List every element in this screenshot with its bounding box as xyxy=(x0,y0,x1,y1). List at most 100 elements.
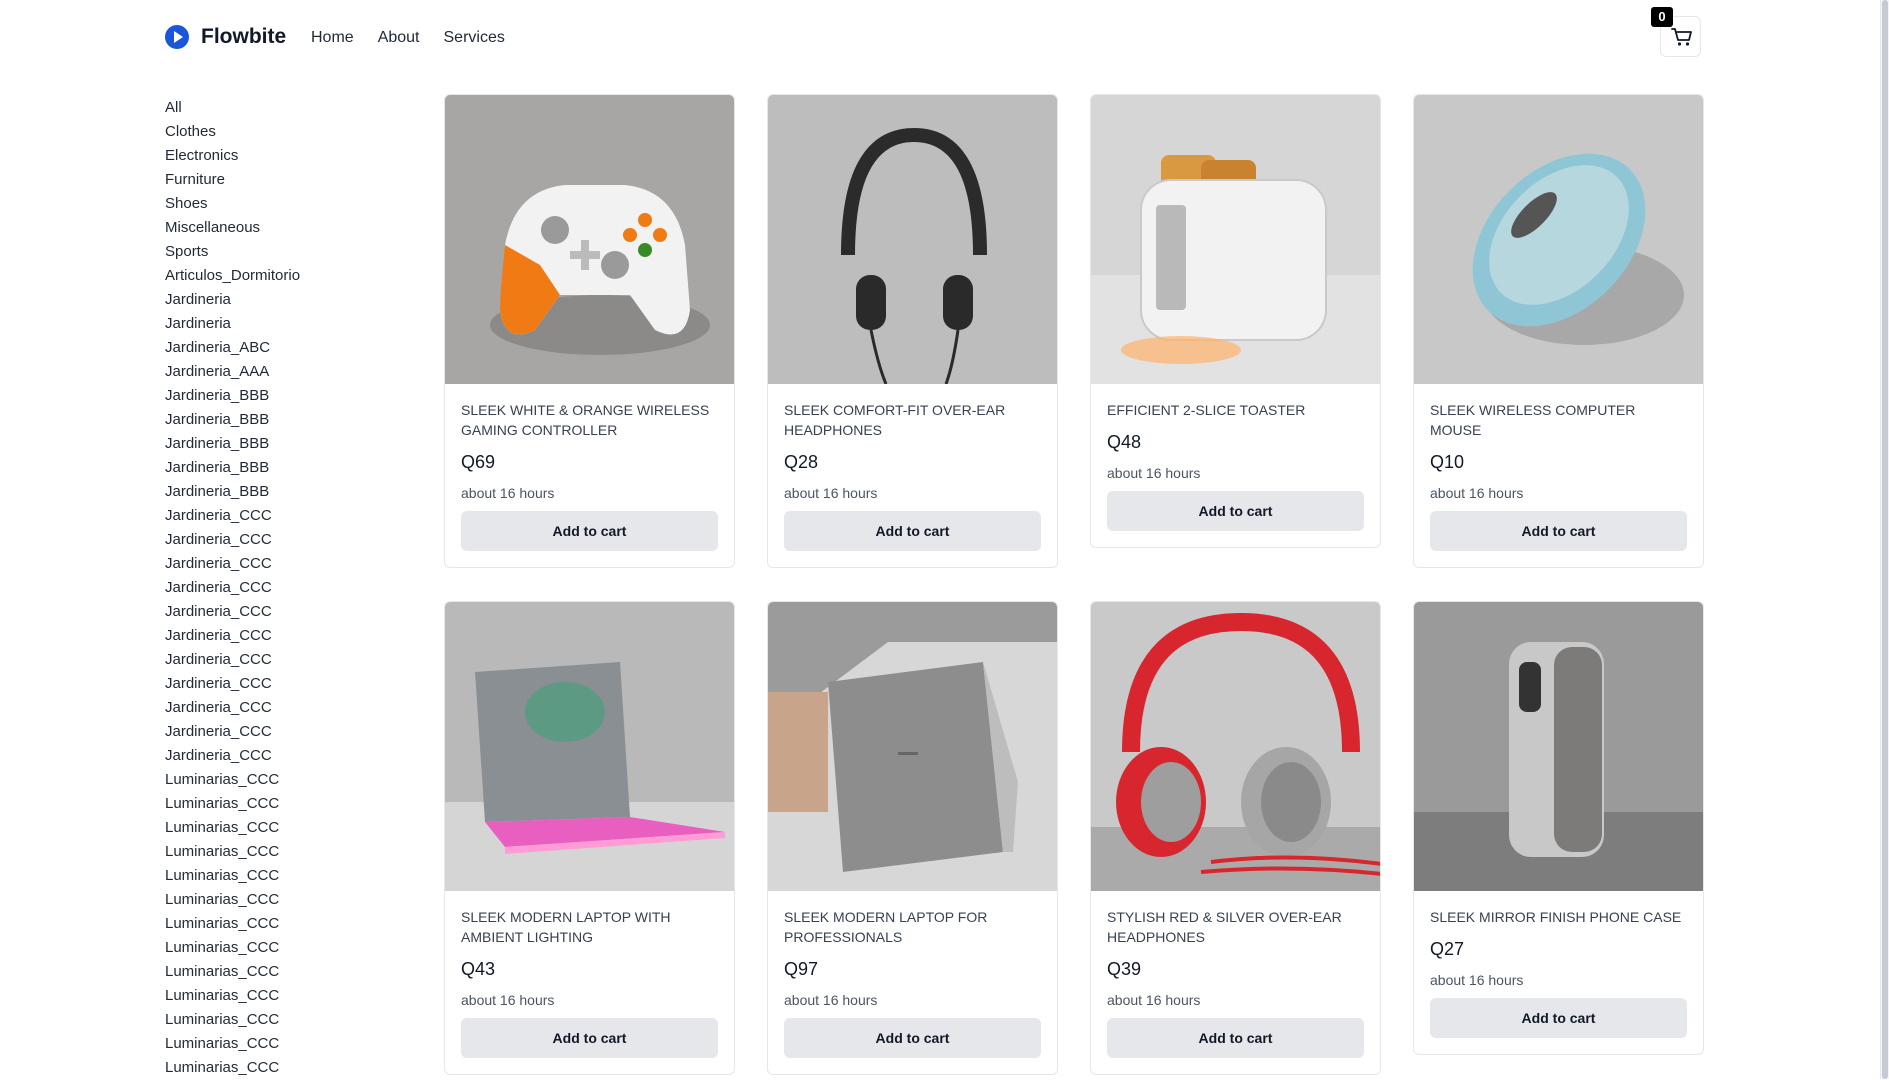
phone-case-image xyxy=(1414,602,1703,891)
product-price: Q27 xyxy=(1430,939,1465,959)
product-card[interactable]: Sleek Modern Laptop for Professionals Q9… xyxy=(767,601,1058,1075)
nav-link-about[interactable]: About xyxy=(378,29,420,47)
product-image[interactable] xyxy=(445,95,734,384)
product-card[interactable]: Stylish Red & Silver Over-Ear Headphones… xyxy=(1090,601,1381,1075)
add-to-cart-button[interactable]: Add to cart xyxy=(1430,998,1687,1038)
category-link[interactable]: Jardineria_CCC xyxy=(165,552,415,576)
category-link[interactable]: Jardineria xyxy=(165,288,415,312)
product-image[interactable] xyxy=(1414,95,1703,384)
category-link[interactable]: Luminarias_CCC xyxy=(165,888,415,912)
category-link[interactable]: Articulos_Dormitorio xyxy=(165,264,415,288)
category-link[interactable]: Furniture xyxy=(165,168,415,192)
category-link[interactable]: Luminarias_CCC xyxy=(165,984,415,1008)
product-title[interactable]: Stylish Red & Silver Over-Ear Headphones xyxy=(1107,907,1364,947)
product-image[interactable] xyxy=(1091,602,1380,891)
product-card-body: Sleek White & Orange Wireless Gaming Con… xyxy=(445,384,734,567)
product-timestamp: about 16 hours xyxy=(784,485,878,501)
category-link[interactable]: Luminarias_CCC xyxy=(165,1032,415,1056)
product-title[interactable]: Efficient 2-Slice Toaster xyxy=(1107,400,1364,420)
category-link[interactable]: Luminarias_CCC xyxy=(165,864,415,888)
category-link[interactable]: Jardineria_CCC xyxy=(165,504,415,528)
product-timestamp: about 16 hours xyxy=(461,485,555,501)
cart-button[interactable]: 0 xyxy=(1651,7,1701,57)
category-link[interactable]: Jardineria_CCC xyxy=(165,744,415,768)
category-link[interactable]: Miscellaneous xyxy=(165,216,415,240)
category-link[interactable]: Luminarias_CCC xyxy=(165,912,415,936)
product-title[interactable]: Sleek Comfort-Fit Over-Ear Headphones xyxy=(784,400,1041,440)
brand-link[interactable]: Flowbite xyxy=(165,25,286,49)
product-image[interactable] xyxy=(768,602,1057,891)
category-link[interactable]: Sports xyxy=(165,240,415,264)
product-card-body: Sleek Comfort-Fit Over-Ear Headphones Q2… xyxy=(768,384,1057,567)
add-to-cart-button[interactable]: Add to cart xyxy=(784,511,1041,551)
headphones-black-image xyxy=(768,95,1057,384)
category-link[interactable]: Jardineria_CCC xyxy=(165,528,415,552)
category-link[interactable]: Jardineria_CCC xyxy=(165,696,415,720)
product-card-body: Stylish Red & Silver Over-Ear Headphones… xyxy=(1091,891,1380,1074)
product-card[interactable]: Sleek Comfort-Fit Over-Ear Headphones Q2… xyxy=(767,94,1058,568)
page-scrollbar[interactable] xyxy=(1880,0,1889,1079)
product-card[interactable]: Efficient 2-Slice Toaster Q48 about 16 h… xyxy=(1090,94,1381,548)
add-to-cart-button[interactable]: Add to cart xyxy=(461,511,718,551)
product-grid: Sleek White & Orange Wireless Gaming Con… xyxy=(444,94,1706,1075)
product-image[interactable] xyxy=(768,95,1057,384)
category-link[interactable]: Clothes xyxy=(165,120,415,144)
product-card[interactable]: Sleek Modern Laptop with Ambient Lightin… xyxy=(444,601,735,1075)
category-link[interactable]: Electronics xyxy=(165,144,415,168)
category-link[interactable]: Jardineria_BBB xyxy=(165,432,415,456)
product-card[interactable]: Sleek Mirror Finish Phone Case Q27 about… xyxy=(1413,601,1704,1055)
category-link[interactable]: Luminarias_CCC xyxy=(165,936,415,960)
product-card-body: Sleek Mirror Finish Phone Case Q27 about… xyxy=(1414,891,1703,1054)
laptop-glow-image xyxy=(445,602,734,891)
category-link[interactable]: Jardineria_CCC xyxy=(165,624,415,648)
add-to-cart-button[interactable]: Add to cart xyxy=(784,1018,1041,1058)
scrollbar-thumb[interactable] xyxy=(1882,0,1888,1079)
product-price: Q97 xyxy=(784,959,819,979)
category-link[interactable]: Jardineria_CCC xyxy=(165,720,415,744)
product-timestamp: about 16 hours xyxy=(1430,972,1524,988)
product-card-body: Sleek Modern Laptop with Ambient Lightin… xyxy=(445,891,734,1074)
category-link[interactable]: All xyxy=(165,96,415,120)
category-link[interactable]: Jardineria xyxy=(165,312,415,336)
category-link[interactable]: Jardineria_ABC xyxy=(165,336,415,360)
product-title[interactable]: Sleek Wireless Computer Mouse xyxy=(1430,400,1687,440)
product-image[interactable] xyxy=(1091,95,1380,384)
category-link[interactable]: Jardineria_BBB xyxy=(165,480,415,504)
product-price: Q10 xyxy=(1430,452,1465,472)
product-title[interactable]: Sleek Mirror Finish Phone Case xyxy=(1430,907,1687,927)
category-link[interactable]: Jardineria_BBB xyxy=(165,456,415,480)
category-link[interactable]: Jardineria_CCC xyxy=(165,600,415,624)
category-link[interactable]: Jardineria_AAA xyxy=(165,360,415,384)
product-image[interactable] xyxy=(1414,602,1703,891)
add-to-cart-button[interactable]: Add to cart xyxy=(1107,1018,1364,1058)
category-link[interactable]: Luminarias_CCC xyxy=(165,792,415,816)
product-title[interactable]: Sleek Modern Laptop for Professionals xyxy=(784,907,1041,947)
category-link[interactable]: Jardineria_BBB xyxy=(165,384,415,408)
add-to-cart-button[interactable]: Add to cart xyxy=(1107,491,1364,531)
product-timestamp: about 16 hours xyxy=(784,992,878,1008)
product-image[interactable] xyxy=(445,602,734,891)
category-link[interactable]: Luminarias_CCC xyxy=(165,768,415,792)
category-link[interactable]: Luminarias_CCC xyxy=(165,960,415,984)
category-link[interactable]: Shoes xyxy=(165,192,415,216)
category-link[interactable]: Luminarias_CCC xyxy=(165,840,415,864)
category-link[interactable]: Jardineria_CCC xyxy=(165,672,415,696)
category-link[interactable]: Jardineria_CCC xyxy=(165,648,415,672)
category-sidebar: All Clothes Electronics Furniture Shoes Misce… xyxy=(165,96,415,1080)
category-link[interactable]: Jardineria_BBB xyxy=(165,408,415,432)
category-link[interactable]: Luminarias_CCC xyxy=(165,1056,415,1080)
product-timestamp: about 16 hours xyxy=(1430,485,1524,501)
category-link[interactable]: Luminarias_CCC xyxy=(165,816,415,840)
add-to-cart-button[interactable]: Add to cart xyxy=(461,1018,718,1058)
mouse-image xyxy=(1414,95,1703,384)
category-link[interactable]: Luminarias_CCC xyxy=(165,1008,415,1032)
product-card-body: Efficient 2-Slice Toaster Q48 about 16 h… xyxy=(1091,384,1380,547)
category-link[interactable]: Jardineria_CCC xyxy=(165,576,415,600)
product-card[interactable]: Sleek White & Orange Wireless Gaming Con… xyxy=(444,94,735,568)
nav-link-home[interactable]: Home xyxy=(311,29,354,47)
add-to-cart-button[interactable]: Add to cart xyxy=(1430,511,1687,551)
nav-link-services[interactable]: Services xyxy=(444,29,505,47)
product-title[interactable]: Sleek White & Orange Wireless Gaming Con… xyxy=(461,400,718,440)
product-title[interactable]: Sleek Modern Laptop with Ambient Lightin… xyxy=(461,907,718,947)
product-card[interactable]: Sleek Wireless Computer Mouse Q10 about … xyxy=(1413,94,1704,568)
